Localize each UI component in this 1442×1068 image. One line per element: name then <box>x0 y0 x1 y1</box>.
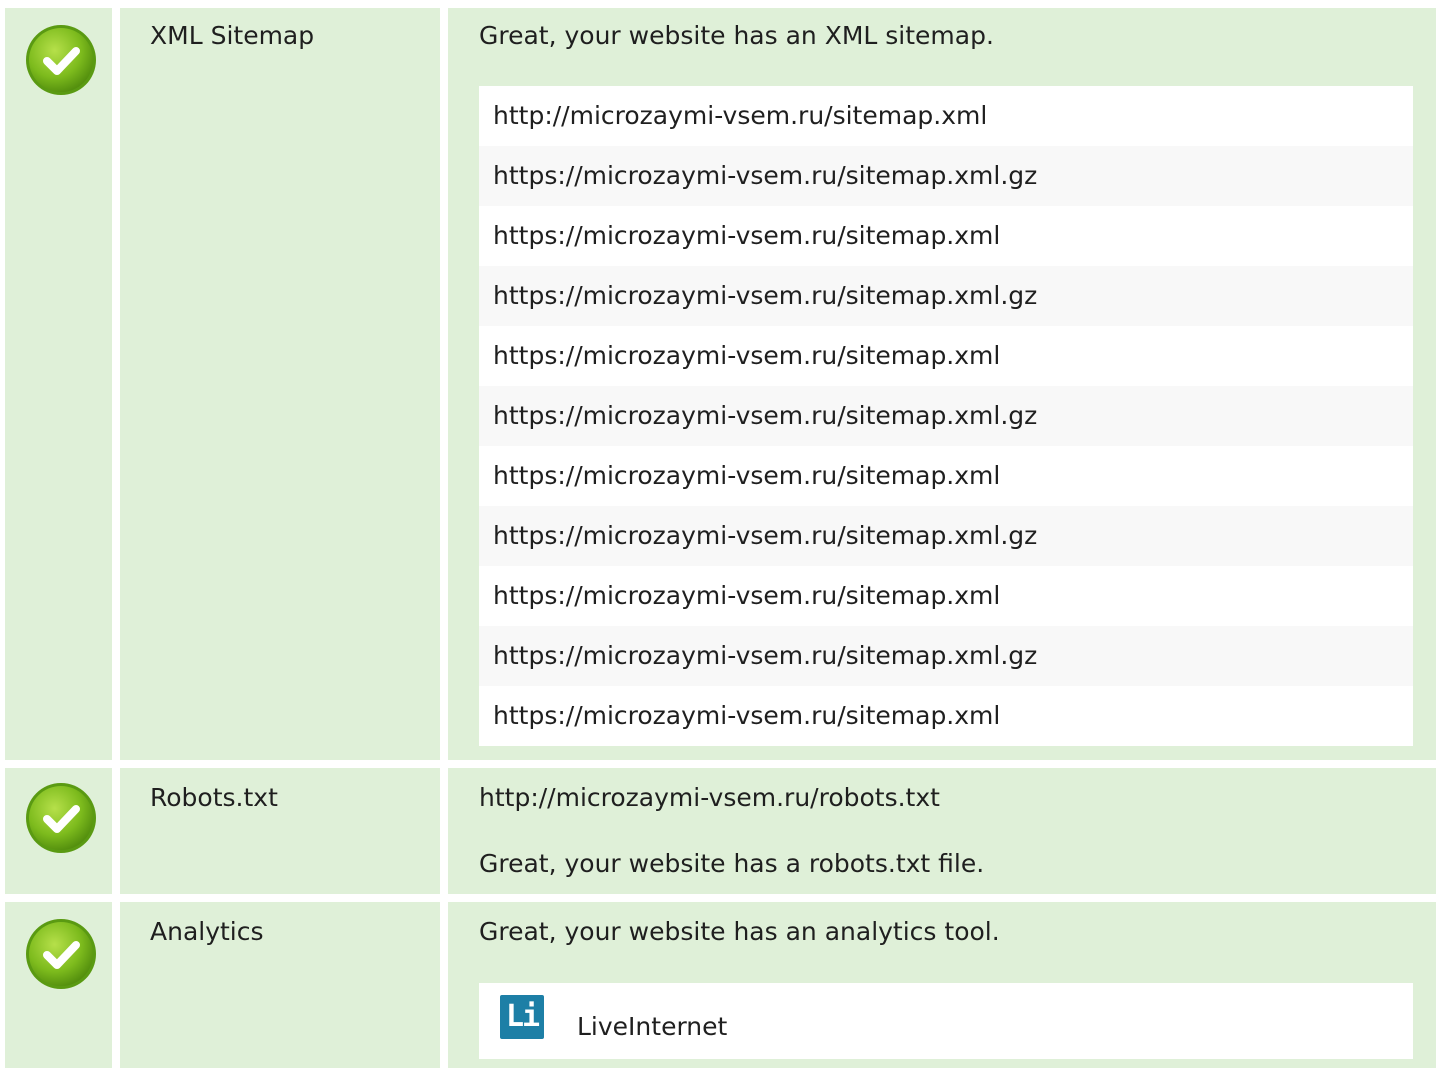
status-cell <box>5 902 112 1068</box>
check-name: XML Sitemap <box>150 21 315 50</box>
check-result-cell: http://microzaymi-vsem.ru/robots.txt Gre… <box>448 768 1436 894</box>
result-row-robots-txt: Robots.txt http://microzaymi-vsem.ru/rob… <box>0 768 1442 894</box>
sitemap-url: http://microzaymi-vsem.ru/sitemap.xml <box>479 86 1413 146</box>
check-circle-icon <box>26 783 96 853</box>
robots-url: http://microzaymi-vsem.ru/robots.txt <box>479 783 940 812</box>
logo-text: Li <box>505 999 540 1034</box>
status-cell <box>5 768 112 894</box>
analytics-tool-name: LiveInternet <box>577 1012 728 1041</box>
sitemap-url: https://microzaymi-vsem.ru/sitemap.xml <box>479 326 1413 386</box>
result-message: Great, your website has an analytics too… <box>479 917 1000 946</box>
check-name: Analytics <box>150 917 264 946</box>
check-name-cell: Analytics <box>120 902 440 1068</box>
analytics-tool-item: Li LiveInternet <box>479 983 1413 1059</box>
sitemap-url: https://microzaymi-vsem.ru/sitemap.xml.g… <box>479 386 1413 446</box>
result-row-analytics: Analytics Great, your website has an ana… <box>0 902 1442 1068</box>
sitemap-url: https://microzaymi-vsem.ru/sitemap.xml.g… <box>479 506 1413 566</box>
sitemap-url: https://microzaymi-vsem.ru/sitemap.xml.g… <box>479 146 1413 206</box>
sitemap-url: https://microzaymi-vsem.ru/sitemap.xml <box>479 566 1413 626</box>
sitemap-url: https://microzaymi-vsem.ru/sitemap.xml.g… <box>479 266 1413 326</box>
sitemap-url: https://microzaymi-vsem.ru/sitemap.xml.g… <box>479 626 1413 686</box>
status-cell <box>5 8 112 760</box>
check-circle-icon <box>26 919 96 989</box>
check-result-cell: Great, your website has an XML sitemap. … <box>448 8 1436 760</box>
sitemap-list: http://microzaymi-vsem.ru/sitemap.xml ht… <box>479 86 1413 746</box>
result-message: Great, your website has a robots.txt fil… <box>479 849 985 878</box>
check-name: Robots.txt <box>150 783 278 812</box>
sitemap-url: https://microzaymi-vsem.ru/sitemap.xml <box>479 686 1413 746</box>
sitemap-url: https://microzaymi-vsem.ru/sitemap.xml <box>479 446 1413 506</box>
check-circle-icon <box>26 25 96 95</box>
check-name-cell: XML Sitemap <box>120 8 440 760</box>
sitemap-url: https://microzaymi-vsem.ru/sitemap.xml <box>479 206 1413 266</box>
check-result-cell: Great, your website has an analytics too… <box>448 902 1436 1068</box>
result-message: Great, your website has an XML sitemap. <box>479 21 994 50</box>
seo-results-table: XML Sitemap Great, your website has an X… <box>0 0 1442 1068</box>
liveinternet-logo-icon: Li <box>500 995 544 1039</box>
result-row-xml-sitemap: XML Sitemap Great, your website has an X… <box>0 8 1442 760</box>
check-name-cell: Robots.txt <box>120 768 440 894</box>
